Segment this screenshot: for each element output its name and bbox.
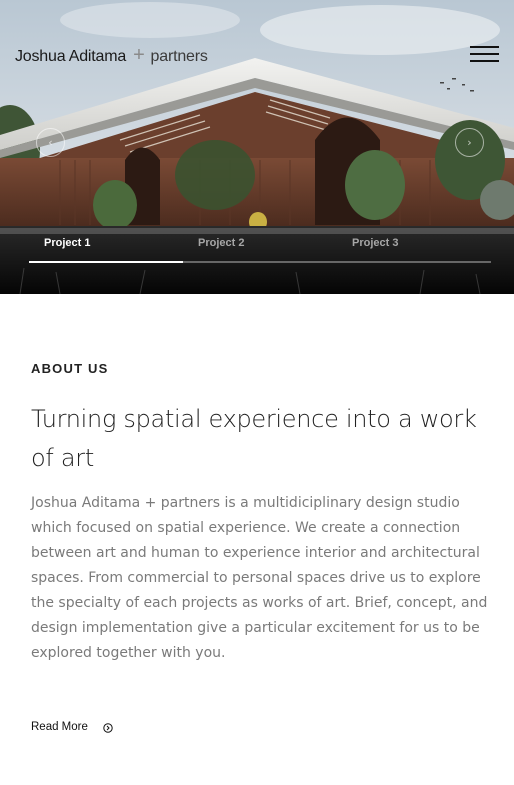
read-more-label: Read More [31,721,88,733]
chevron-right-icon: › [467,136,472,149]
hero-slider: Joshua Aditama + partners ‹ › Project 1 … [0,0,514,294]
tab-project-1[interactable]: Project 1 [29,233,183,269]
logo-plus: + [133,44,145,66]
hamburger-menu-icon[interactable] [470,45,499,65]
logo-partners: partners [150,48,208,65]
slider-prev-button[interactable]: ‹ [36,128,65,157]
tab-label: Project 1 [44,237,91,249]
tab-label: Project 3 [352,237,399,249]
section-heading: ABOUT US [31,361,109,376]
site-logo[interactable]: Joshua Aditama + partners [15,44,208,67]
logo-name: Joshua Aditama [15,48,127,65]
project-tabs: Project 1 Project 2 Project 3 [0,233,514,269]
arrow-circle-right-icon [103,723,113,733]
tab-project-3[interactable]: Project 3 [337,233,491,269]
slider-progress-track [29,261,491,263]
slider-progress-fill [29,261,183,263]
section-title: Turning spatial experience into a work o… [31,405,477,472]
menu-line [470,53,499,55]
chevron-left-icon: ‹ [48,136,53,149]
tab-label: Project 2 [198,237,245,249]
read-more-link[interactable]: Read More [31,721,113,733]
menu-line [470,60,499,62]
tab-project-2[interactable]: Project 2 [183,233,337,269]
slider-next-button[interactable]: › [455,128,484,157]
section-body: Joshua Aditama + partners is a multidici… [31,495,488,661]
menu-line [470,46,499,48]
